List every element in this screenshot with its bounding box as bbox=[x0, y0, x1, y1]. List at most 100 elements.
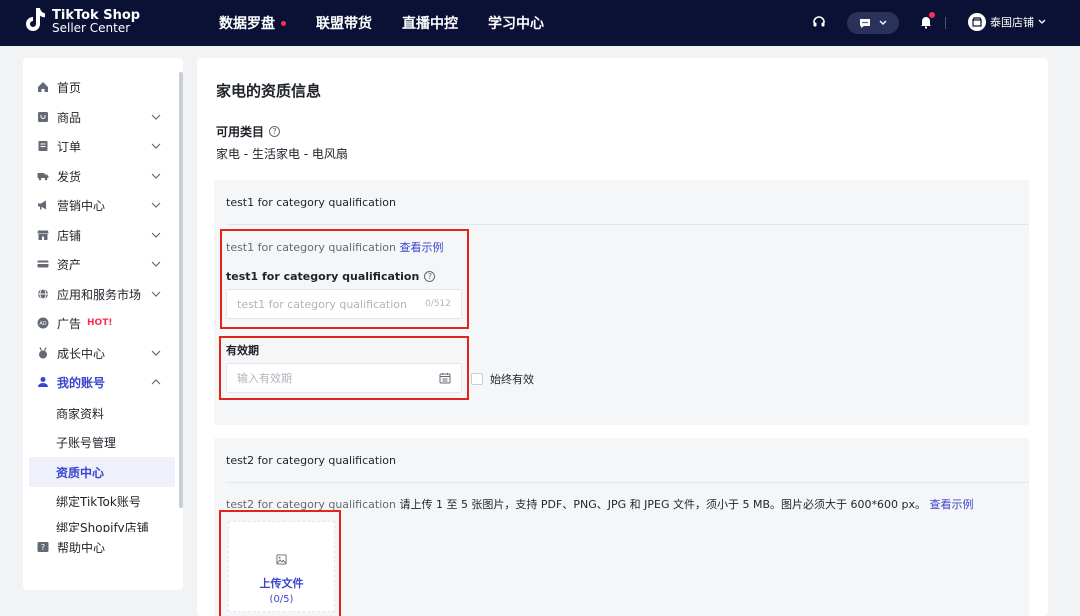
chevron-down-icon bbox=[151, 350, 161, 356]
top-nav: 数据罗盘 联盟带货 直播中控 学习中心 bbox=[219, 0, 574, 46]
chevron-up-icon bbox=[151, 379, 161, 385]
chevron-down-icon bbox=[879, 20, 887, 25]
shop-switcher[interactable]: 泰国店铺 bbox=[968, 13, 1046, 31]
product-icon bbox=[38, 112, 48, 122]
headset-icon[interactable] bbox=[812, 15, 826, 32]
card-icon bbox=[37, 260, 49, 268]
sidebar-subitem-label: 绑定Shopify店铺 bbox=[56, 521, 149, 532]
nav-label: 学习中心 bbox=[488, 16, 544, 32]
svg-text:AD: AD bbox=[39, 321, 46, 327]
panel-title: test2 for category qualification bbox=[226, 454, 396, 467]
store-avatar-icon bbox=[968, 13, 986, 31]
notification-dot bbox=[281, 20, 286, 26]
annotation-highlight bbox=[220, 229, 469, 329]
sidebar-item-label: 帮助中心 bbox=[57, 540, 106, 555]
medal-icon bbox=[39, 347, 47, 359]
sidebar-item-label: 发货 bbox=[57, 169, 82, 184]
sidebar-item-ads[interactable]: AD 广告 HOT! bbox=[23, 309, 175, 337]
sidebar-item-label: 我的账号 bbox=[57, 375, 106, 390]
chevron-down-icon bbox=[151, 232, 161, 238]
nav-label: 数据罗盘 bbox=[219, 16, 275, 32]
tiktok-logo-icon bbox=[24, 7, 48, 37]
view-example-link[interactable]: 查看示例 bbox=[930, 498, 974, 511]
sidebar-item-label: 资产 bbox=[57, 257, 82, 272]
sidebar-item-shipping[interactable]: 发货 bbox=[23, 162, 175, 190]
chevron-down-icon bbox=[1038, 19, 1046, 24]
brand-line2: Seller Center bbox=[52, 21, 131, 35]
page-title: 家电的资质信息 bbox=[216, 82, 322, 100]
divider bbox=[226, 482, 1029, 483]
sidebar-scrollbar[interactable] bbox=[179, 72, 183, 508]
category-label-text: 可用类目 bbox=[216, 125, 265, 139]
sidebar-item-label: 成长中心 bbox=[57, 346, 106, 361]
nav-label: 直播中控 bbox=[402, 16, 458, 32]
sidebar-subitem-bind-shopify[interactable]: 绑定Shopify店铺 bbox=[29, 516, 175, 532]
sidebar: 首页 商品 订单 发货 营销中心 店铺 资产 应用和服务市场 AD 广告 HOT… bbox=[23, 58, 183, 590]
sidebar-item-app-market[interactable]: 应用和服务市场 bbox=[23, 280, 175, 308]
sidebar-item-my-account[interactable]: 我的账号 bbox=[23, 368, 175, 396]
chevron-down-icon bbox=[151, 202, 161, 208]
sidebar-item-help[interactable]: ? 帮助中心 bbox=[23, 533, 175, 561]
nav-label: 联盟带货 bbox=[316, 16, 372, 32]
nav-item-affiliate[interactable]: 联盟带货 bbox=[316, 13, 372, 33]
nav-item-data-compass[interactable]: 数据罗盘 bbox=[219, 13, 286, 33]
sidebar-subitem-qualification-center[interactable]: 资质中心 bbox=[29, 457, 175, 487]
notification-dot bbox=[929, 12, 935, 18]
chevron-down-icon bbox=[151, 173, 161, 179]
help-icon[interactable]: ? bbox=[269, 126, 281, 137]
sidebar-subitem-bind-tiktok[interactable]: 绑定TikTok账号 bbox=[29, 486, 175, 516]
chat-icon bbox=[860, 18, 870, 28]
annotation-highlight bbox=[219, 336, 469, 400]
hot-badge: HOT! bbox=[87, 318, 113, 328]
divider bbox=[226, 224, 1029, 225]
messages-button[interactable] bbox=[847, 12, 899, 34]
available-category-label: 可用类目 ? bbox=[216, 123, 281, 140]
home-icon bbox=[38, 82, 48, 92]
annotation-highlight bbox=[219, 510, 341, 616]
tiktok-shop-logo[interactable]: TikTok Shop Seller Center bbox=[24, 7, 140, 37]
divider bbox=[945, 17, 946, 29]
panel-title: test1 for category qualification bbox=[226, 196, 396, 209]
globe-icon bbox=[38, 288, 48, 300]
svg-text:?: ? bbox=[41, 543, 45, 552]
store-icon bbox=[37, 230, 49, 240]
shop-name: 泰国店铺 bbox=[990, 16, 1034, 29]
sidebar-item-assets[interactable]: 资产 bbox=[23, 250, 175, 278]
sidebar-item-label: 商品 bbox=[57, 110, 82, 125]
sidebar-item-label: 营销中心 bbox=[57, 198, 106, 213]
sidebar-item-products[interactable]: 商品 bbox=[23, 103, 175, 131]
top-bar: TikTok Shop Seller Center 数据罗盘 联盟带货 直播中控… bbox=[0, 0, 1080, 46]
user-icon bbox=[38, 377, 48, 387]
sidebar-subitem-label: 子账号管理 bbox=[56, 435, 117, 450]
sidebar-subitem-label: 商家资料 bbox=[56, 406, 105, 421]
checkbox-label: 始终有效 bbox=[490, 373, 534, 386]
ad-icon: AD bbox=[37, 317, 49, 329]
sidebar-subitem-merchant-profile[interactable]: 商家资料 bbox=[29, 398, 175, 428]
sidebar-item-label: 首页 bbox=[57, 80, 82, 95]
megaphone-icon bbox=[38, 200, 46, 210]
sidebar-item-store[interactable]: 店铺 bbox=[23, 221, 175, 249]
sidebar-item-home[interactable]: 首页 bbox=[23, 73, 175, 101]
sidebar-item-label: 应用和服务市场 bbox=[57, 287, 142, 302]
sidebar-item-label: 店铺 bbox=[57, 228, 82, 243]
category-path: 家电 - 生活家电 - 电风扇 bbox=[216, 147, 348, 161]
hint-body: 请上传 1 至 5 张图片，支持 PDF、PNG、JPG 和 JPEG 文件，须… bbox=[395, 498, 926, 511]
sidebar-item-label: 广告 bbox=[57, 316, 82, 331]
sidebar-item-growth[interactable]: 成长中心 bbox=[23, 339, 175, 367]
sidebar-item-marketing[interactable]: 营销中心 bbox=[23, 191, 175, 219]
sidebar-item-orders[interactable]: 订单 bbox=[23, 132, 175, 160]
sidebar-subitem-sub-accounts[interactable]: 子账号管理 bbox=[29, 427, 175, 457]
nav-item-learning[interactable]: 学习中心 bbox=[488, 13, 544, 33]
sidebar-subitem-label: 绑定TikTok账号 bbox=[56, 494, 141, 509]
nav-item-live-control[interactable]: 直播中控 bbox=[402, 13, 458, 33]
chevron-down-icon bbox=[151, 291, 161, 297]
help-icon: ? bbox=[37, 542, 49, 552]
truck-icon bbox=[37, 173, 49, 181]
always-valid-checkbox[interactable]: 始终有效 bbox=[471, 371, 534, 387]
checkbox-box[interactable] bbox=[471, 373, 483, 385]
bell-icon[interactable] bbox=[920, 12, 935, 32]
chevron-down-icon bbox=[151, 114, 161, 120]
sidebar-subitem-label: 资质中心 bbox=[56, 465, 105, 480]
sidebar-item-label: 订单 bbox=[57, 139, 82, 154]
order-icon bbox=[38, 141, 48, 151]
